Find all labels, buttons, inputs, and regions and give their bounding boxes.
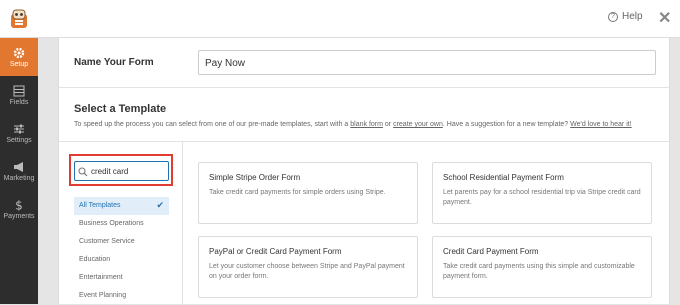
sidebar-item-label: Fields	[9, 98, 29, 106]
dollar-icon: $	[15, 199, 23, 211]
help-link[interactable]: ? Help	[608, 11, 643, 22]
category-label: All Templates	[79, 202, 121, 209]
form-name-row: Name Your Form Pay Now	[59, 38, 671, 88]
category-education[interactable]: Education	[74, 251, 169, 269]
sidebar-item-label: Marketing	[3, 174, 35, 182]
sidebar-item-fields[interactable]: Fields	[0, 76, 38, 114]
category-business-operations[interactable]: Business Operations	[74, 215, 169, 233]
fields-icon	[13, 85, 25, 96]
category-customer-service[interactable]: Customer Service	[74, 233, 169, 251]
top-bar: ? Help ✕	[0, 0, 680, 38]
help-icon: ?	[608, 11, 618, 22]
template-card-title: Simple Stripe Order Form	[209, 173, 301, 182]
blank-form-link[interactable]: blank form	[350, 121, 383, 128]
template-card-desc: Take credit card payments using this sim…	[443, 263, 635, 280]
builder-sidebar: Setup Fields Settings Marketing $ Paymen…	[0, 38, 38, 304]
category-list: All Templates ✔ Business Operations Cust…	[74, 197, 169, 305]
desc-text: . Have a suggestion for a new template?	[442, 121, 571, 128]
template-card-desc: Let parents pay for a school residential…	[443, 189, 641, 206]
category-label: Customer Service	[79, 238, 135, 245]
sidebar-item-settings[interactable]: Settings	[0, 114, 38, 152]
template-card-title: School Residential Payment Form	[443, 173, 564, 182]
category-label: Event Planning	[79, 292, 127, 299]
checkmark-icon: ✔	[156, 200, 164, 210]
megaphone-icon	[14, 161, 23, 172]
category-event-planning[interactable]: Event Planning	[74, 287, 169, 305]
category-column: credit card All Templates ✔ Business Ope…	[59, 142, 183, 304]
template-card-title: PayPal or Credit Card Payment Form	[209, 247, 342, 256]
template-search-input[interactable]: credit card	[74, 161, 169, 181]
template-card[interactable]: Credit Card Payment Form Take credit car…	[432, 236, 652, 298]
sidebar-item-label: Setup	[9, 60, 29, 68]
close-icon[interactable]: ✕	[658, 8, 671, 28]
desc-text: To speed up the process you can select f…	[74, 121, 351, 128]
sidebar-item-marketing[interactable]: Marketing	[0, 152, 38, 190]
logo-icon	[11, 9, 27, 28]
category-label: Business Operations	[79, 220, 144, 227]
sliders-icon	[14, 124, 24, 133]
create-your-own-link[interactable]: create your own	[393, 121, 443, 128]
sidebar-item-setup[interactable]: Setup	[0, 38, 38, 76]
svg-text:$: $	[15, 199, 23, 211]
category-label: Entertainment	[79, 274, 123, 281]
wpforms-logo	[0, 0, 38, 38]
sidebar-item-payments[interactable]: $ Payments	[0, 190, 38, 228]
form-name-input[interactable]: Pay Now	[198, 50, 656, 75]
template-card[interactable]: Simple Stripe Order Form Take credit car…	[198, 162, 418, 224]
search-icon	[78, 167, 88, 177]
template-card[interactable]: PayPal or Credit Card Payment Form Let y…	[198, 236, 418, 298]
template-card-desc: Take credit card payments for simple ord…	[209, 189, 386, 196]
help-label: Help	[622, 11, 643, 22]
template-card-desc: Let your customer choose between Stripe …	[209, 263, 405, 280]
desc-text: or	[382, 121, 394, 128]
gear-icon	[13, 47, 25, 58]
category-entertainment[interactable]: Entertainment	[74, 269, 169, 287]
setup-panel: Name Your Form Pay Now Select a Template…	[58, 38, 671, 304]
suggest-template-link[interactable]: We'd love to hear it!	[570, 121, 632, 128]
form-name-label: Name Your Form	[74, 57, 154, 68]
sidebar-item-label: Payments	[3, 212, 35, 220]
template-card-title: Credit Card Payment Form	[443, 247, 539, 256]
category-all-templates[interactable]: All Templates ✔	[74, 197, 169, 215]
category-label: Education	[79, 256, 111, 263]
select-template-description: To speed up the process you can select f…	[74, 121, 632, 128]
select-template-heading: Select a Template	[74, 103, 167, 115]
template-card[interactable]: School Residential Payment Form Let pare…	[432, 162, 652, 224]
sidebar-item-label: Settings	[6, 136, 32, 144]
